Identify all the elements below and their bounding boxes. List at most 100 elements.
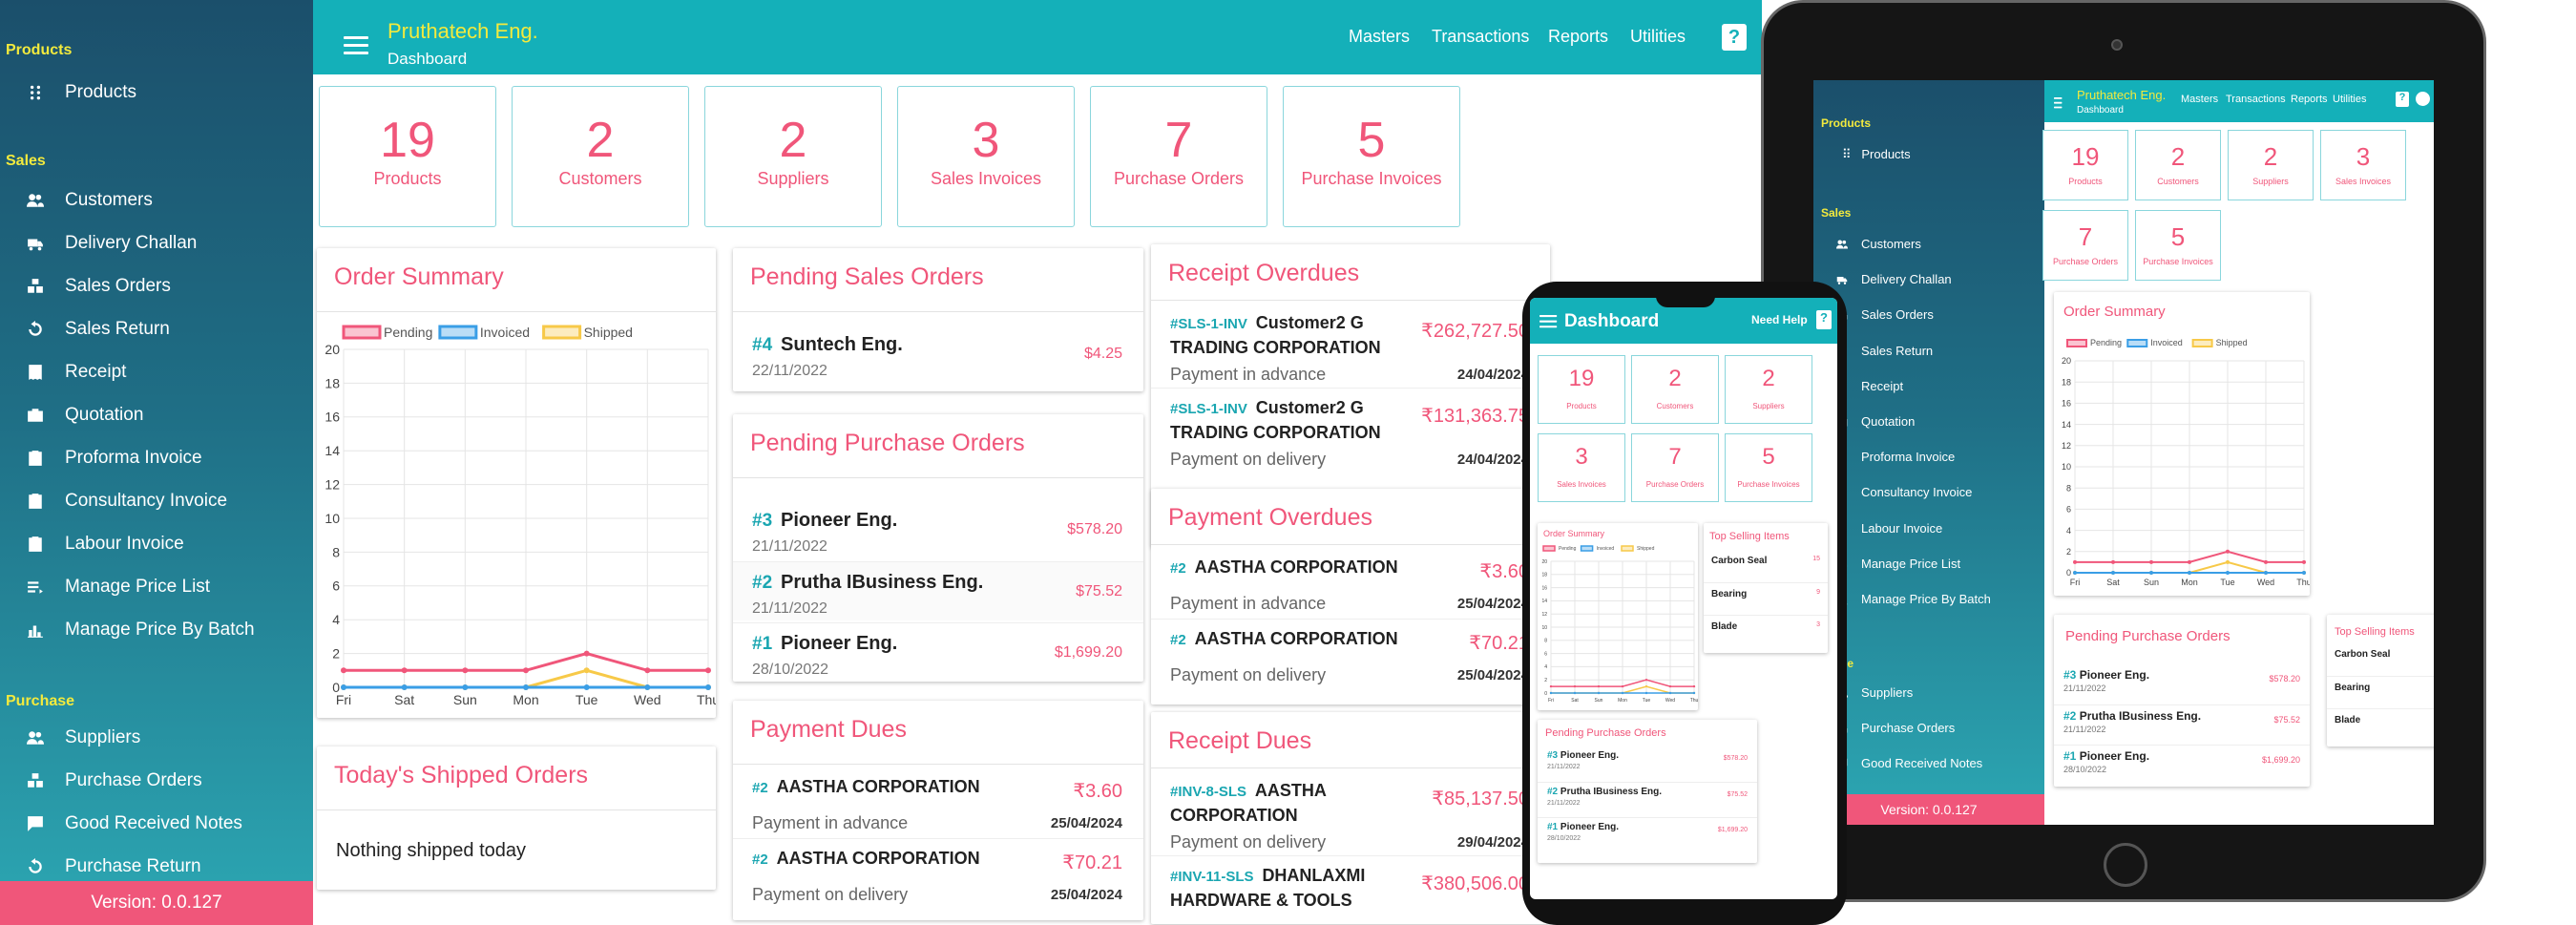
list-item[interactable]: #1 Pioneer Eng. 28/10/2022 $1,699.20 [733, 622, 1143, 682]
nav-transactions[interactable]: Transactions [1432, 27, 1529, 47]
tablet-kpi[interactable]: 19 Products [2042, 130, 2128, 200]
tablet-kpi[interactable]: 3 Sales Invoices [2320, 130, 2406, 200]
list-item[interactable]: Blade3 [2327, 708, 2434, 739]
sidebar-item-quotation[interactable]: Quotation [27, 401, 304, 430]
tablet-sidebar-item[interactable]: Quotation [1836, 414, 1915, 429]
user-icon[interactable] [2416, 92, 2430, 106]
tablet-sidebar-item[interactable]: Delivery Challan [1836, 272, 1952, 286]
list-item[interactable]: Carbon Seal15 [2327, 643, 2434, 674]
legend-pending[interactable]: Pending [1542, 545, 1577, 552]
tablet-sidebar-item[interactable]: Consultancy Invoice [1836, 485, 1972, 499]
phone-kpi[interactable]: 2 Customers [1631, 355, 1719, 424]
legend-shipped[interactable]: Shipped [542, 325, 633, 340]
phone-kpi[interactable]: 3 Sales Invoices [1538, 433, 1625, 502]
help-link[interactable]: Need Help [1751, 313, 1808, 326]
list-item[interactable]: #INV-8-SLS AASTHA CORPORATION ₹85,137.50 Pa… [1151, 771, 1550, 853]
kpi-purchase-orders[interactable]: 7 Purchase Orders [1090, 86, 1267, 227]
list-item[interactable]: #2 Prutha IBusiness Eng. 21/11/2022 $75.52 [2054, 704, 2310, 743]
legend-pending[interactable]: Pending [342, 325, 432, 340]
tablet-sidebar-item[interactable]: Customers [1836, 237, 1921, 251]
list-item[interactable]: #4 Suntech Eng. 22/11/2022 $4.25 [733, 334, 1143, 388]
sidebar-item-proforma-invoice[interactable]: Proforma Invoice [27, 444, 304, 473]
legend-invoiced[interactable]: Invoiced [1580, 545, 1615, 552]
list-item[interactable]: #2 AASTHA CORPORATION ₹70.21 Payment on de… [733, 838, 1143, 907]
kpi-value: 5 [1357, 113, 1386, 168]
list-item[interactable]: #SLS-1-INV Customer2 G TRADING CORPORATIO… [1151, 388, 1550, 470]
legend-invoiced[interactable]: Invoiced [438, 325, 530, 340]
nav-utilities[interactable]: Utilities [1630, 27, 1686, 47]
list-item[interactable]: #SLS-1-INV Customer2 G TRADING CORPORATIO… [1151, 304, 1550, 386]
sidebar-item-consultancy-invoice[interactable]: Consultancy Invoice [27, 487, 304, 515]
list-item[interactable]: #1 Pioneer Eng. 28/10/2022 $1,699.20 [1538, 817, 1757, 851]
tablet-sidebar-item[interactable]: Sales Orders [1836, 307, 1934, 322]
sidebar-item-sales-orders[interactable]: Sales Orders [27, 272, 304, 301]
tablet-kpi[interactable]: 2 Suppliers [2228, 130, 2314, 200]
sidebar-item-products[interactable]: Products [27, 78, 304, 107]
list-item[interactable]: Carbon Seal15 [1704, 550, 1828, 580]
legend-shipped[interactable]: Shipped [2191, 338, 2248, 347]
phone-kpi[interactable]: 7 Purchase Orders [1631, 433, 1719, 502]
kpi-products[interactable]: 19 Products [319, 86, 496, 227]
tablet-sidebar-item[interactable]: Manage Price By Batch [1836, 592, 1991, 606]
help-icon[interactable]: ? [2396, 92, 2409, 107]
list-item[interactable]: #2 Prutha IBusiness Eng. 21/11/2022 $75.52 [1538, 782, 1757, 815]
kpi-purchase-invoices[interactable]: 5 Purchase Invoices [1283, 86, 1460, 227]
menu-icon[interactable] [344, 36, 368, 55]
tablet-sidebar-item[interactable]: Proforma Invoice [1836, 450, 1955, 464]
kpi-sales-invoices[interactable]: 3 Sales Invoices [897, 86, 1075, 227]
tablet-sidebar-item[interactable]: Suppliers [1836, 685, 1913, 700]
sidebar-item-customers[interactable]: Customers [27, 186, 304, 215]
sidebar-item-manage-price-by-batch[interactable]: Manage Price By Batch [27, 616, 304, 644]
sidebar-item-purchase-return[interactable]: Purchase Return [27, 852, 304, 881]
home-button[interactable] [2104, 843, 2147, 887]
phone-kpi[interactable]: 2 Suppliers [1725, 355, 1812, 424]
list-item[interactable]: #3 Pioneer Eng. 21/11/2022 $578.20 [1538, 746, 1757, 780]
help-icon[interactable]: ? [1816, 310, 1832, 329]
tablet-sidebar-item[interactable]: Good Received Notes [1836, 756, 1982, 770]
data-point-pending [2149, 559, 2153, 564]
tablet-sidebar-item[interactable]: Labour Invoice [1836, 521, 1942, 536]
nav-masters[interactable]: Masters [1349, 27, 1410, 47]
legend-invoiced[interactable]: Invoiced [2126, 338, 2183, 347]
list-item[interactable]: #3 Pioneer Eng. 21/11/2022 $578.20 [733, 500, 1143, 559]
list-item[interactable]: #2 AASTHA CORPORATION ₹3.60 Payment in adv… [1151, 548, 1550, 617]
brand-name[interactable]: Pruthatech Eng. [387, 19, 538, 44]
phone-kpi[interactable]: 5 Purchase Invoices [1725, 433, 1812, 502]
list-item[interactable]: #2 AASTHA CORPORATION ₹3.60 Payment in adv… [733, 767, 1143, 836]
tablet-kpi[interactable]: 7 Purchase Orders [2042, 210, 2128, 281]
tablet-kpi[interactable]: 5 Purchase Invoices [2135, 210, 2221, 281]
kpi-suppliers[interactable]: 2 Suppliers [704, 86, 882, 227]
sidebar-item-labour-invoice[interactable]: Labour Invoice [27, 530, 304, 558]
x-tick-label: Fri [2070, 578, 2081, 587]
list-item[interactable]: Blade3 [1704, 615, 1828, 645]
menu-icon[interactable] [1539, 315, 1558, 328]
tablet-sidebar-item[interactable]: Purchase Orders [1836, 721, 1955, 735]
legend-shipped[interactable]: Shipped [1621, 545, 1655, 552]
sidebar-item-sales-return[interactable]: Sales Return [27, 315, 304, 344]
tablet-kpi[interactable]: 2 Customers [2135, 130, 2221, 200]
list-item[interactable]: #3 Pioneer Eng. 21/11/2022 $578.20 [2054, 664, 2310, 703]
list-item[interactable]: Bearing9 [2327, 676, 2434, 706]
help-icon[interactable]: ? [1722, 24, 1747, 51]
list-item[interactable]: #1 Pioneer Eng. 28/10/2022 $1,699.20 [2054, 745, 2310, 783]
sidebar-item-delivery-challan[interactable]: Delivery Challan [27, 229, 304, 258]
list-item[interactable]: #2 Prutha IBusiness Eng. 21/11/2022 $75.52 [733, 561, 1143, 620]
phone-kpi[interactable]: 19 Products [1538, 355, 1625, 424]
list-item[interactable]: #INV-11-SLS DHANLAXMI HARDWARE & TOOLS ₹38… [1151, 855, 1550, 924]
sidebar-item-purchase-orders[interactable]: Purchase Orders [27, 767, 304, 795]
sidebar-item-suppliers[interactable]: Suppliers [27, 724, 304, 752]
sidebar-item-manage-price-list[interactable]: Manage Price List [27, 573, 304, 601]
nav-reports[interactable]: Reports [1548, 27, 1608, 47]
tablet-sidebar-item[interactable]: Manage Price List [1836, 557, 1960, 571]
list-item[interactable]: #2 AASTHA CORPORATION ₹70.21 Payment on de… [1151, 619, 1550, 687]
sidebar-item-good-received-notes[interactable]: Good Received Notes [27, 809, 304, 838]
menu-icon[interactable] [2054, 97, 2063, 109]
legend-pending[interactable]: Pending [2066, 338, 2122, 347]
kpi-customers[interactable]: 2 Customers [512, 86, 689, 227]
sidebar-item-receipt[interactable]: Receipt [27, 358, 304, 387]
tablet-sidebar-item[interactable]: Sales Return [1836, 344, 1933, 358]
tablet-sidebar-item[interactable]: ⠿ Products [1842, 147, 1911, 162]
y-tick-label: 14 [325, 443, 340, 458]
y-tick-label: 10 [325, 511, 340, 526]
list-item[interactable]: Bearing9 [1704, 582, 1828, 613]
